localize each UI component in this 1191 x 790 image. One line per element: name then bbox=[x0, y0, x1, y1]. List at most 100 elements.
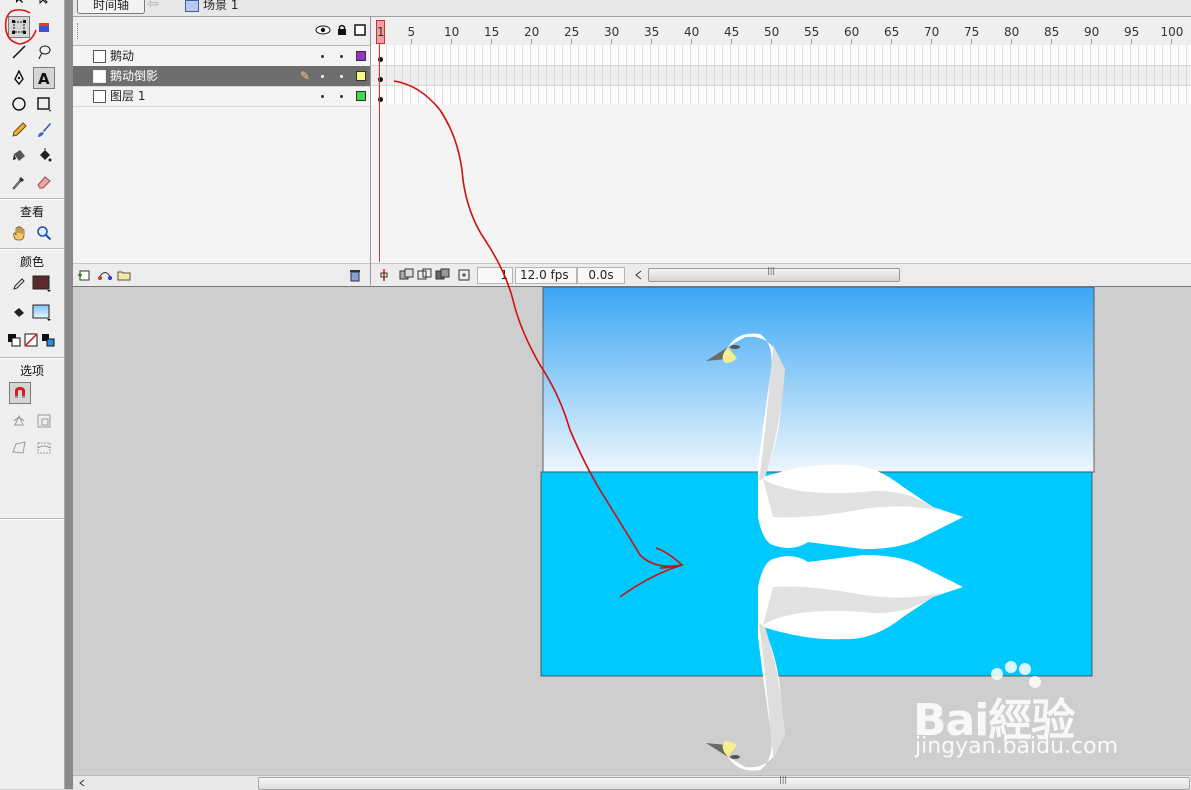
back-arrow-icon[interactable]: ⇦ bbox=[147, 0, 159, 12]
layer-row[interactable]: 鹅动 bbox=[73, 46, 370, 67]
timeline-header: 时间轴 ⇦ 场景 1 bbox=[73, 0, 1191, 17]
ruler-tick-mark bbox=[531, 39, 532, 44]
stage-scroll-thumb[interactable] bbox=[258, 775, 1190, 790]
brush-tool-icon[interactable] bbox=[33, 119, 55, 141]
ruler-tick-label: 60 bbox=[844, 25, 860, 39]
ruler-tick-label: 90 bbox=[1084, 25, 1100, 39]
sky-rect bbox=[542, 286, 1095, 473]
visibility-dot[interactable] bbox=[321, 75, 324, 78]
ruler-tick-label: 65 bbox=[884, 25, 900, 39]
rotate-skew-icon bbox=[8, 410, 30, 432]
eyedropper-tool-icon[interactable] bbox=[8, 171, 30, 193]
oval-tool-icon[interactable] bbox=[8, 93, 30, 115]
ruler-tick-mark bbox=[491, 39, 492, 44]
frame-rate-field[interactable]: 12.0 fps bbox=[515, 267, 577, 284]
ruler-tick-label: 30 bbox=[604, 25, 620, 39]
panel-splitter[interactable] bbox=[65, 0, 73, 789]
timeline-scroll-thumb[interactable] bbox=[648, 266, 900, 282]
layer-row[interactable]: 图层 1 bbox=[73, 86, 370, 107]
stage-area[interactable] bbox=[73, 286, 1191, 776]
layers-panel: 鹅动 鹅动倒影 ✎ 图层 1 bbox=[73, 17, 371, 286]
frame-row-divider bbox=[371, 85, 1191, 86]
layer-row[interactable]: 鹅动倒影 ✎ bbox=[73, 66, 370, 87]
edit-pencil-icon: ✎ bbox=[300, 69, 311, 83]
onion-skin-icon[interactable] bbox=[399, 268, 415, 282]
ruler-tick-mark bbox=[451, 39, 452, 44]
ruler-tick-mark bbox=[1091, 39, 1092, 44]
layer-color-swatch[interactable] bbox=[356, 71, 366, 81]
lasso-tool-icon[interactable] bbox=[33, 41, 55, 63]
pencil-tool-icon[interactable] bbox=[8, 119, 30, 141]
ruler-tick-label: 35 bbox=[644, 25, 660, 39]
selection-tool-icon[interactable] bbox=[9, 0, 31, 8]
edit-multiple-frames-icon[interactable] bbox=[435, 268, 451, 282]
scene-name: 场景 1 bbox=[203, 0, 239, 12]
ruler-tick-mark bbox=[731, 39, 732, 44]
ruler-tick-label: 70 bbox=[924, 25, 940, 39]
modify-onion-markers-icon[interactable] bbox=[457, 268, 471, 282]
layer-color-swatch[interactable] bbox=[356, 91, 366, 101]
layer-name: 鹅动倒影 bbox=[110, 69, 159, 83]
hand-tool-icon[interactable] bbox=[8, 222, 30, 244]
ruler-tick-label: 40 bbox=[684, 25, 700, 39]
outline-icon[interactable] bbox=[354, 24, 366, 36]
tools-divider bbox=[0, 248, 64, 250]
snap-to-objects-icon[interactable] bbox=[9, 382, 31, 404]
black-white-icon[interactable] bbox=[6, 329, 22, 351]
lock-icon[interactable] bbox=[337, 24, 347, 36]
ruler-tick-label: 75 bbox=[964, 25, 980, 39]
lock-dot[interactable] bbox=[340, 75, 343, 78]
layer-name: 鹅动 bbox=[110, 49, 135, 63]
ruler-tick-label: 15 bbox=[484, 25, 500, 39]
scroll-left-arrow-icon[interactable] bbox=[633, 269, 643, 281]
frame-grid[interactable] bbox=[371, 45, 1191, 105]
center-frame-icon[interactable] bbox=[377, 268, 391, 282]
scene-icon bbox=[185, 0, 199, 12]
envelope-icon bbox=[33, 437, 55, 459]
eye-icon[interactable] bbox=[315, 25, 331, 35]
grip-handle[interactable] bbox=[77, 23, 81, 39]
frame-ruler[interactable]: 1 5 10 15 20 25 30 35 40 45 50 55 60 65 70 75 80 85 90 95 10… bbox=[371, 17, 1191, 46]
tools-divider bbox=[0, 518, 64, 520]
free-transform-tool-icon[interactable] bbox=[8, 16, 30, 38]
ruler-tick-mark bbox=[1011, 39, 1012, 44]
ruler-tick-mark bbox=[811, 39, 812, 44]
text-tool-icon[interactable]: A bbox=[33, 67, 55, 89]
layers-footer bbox=[73, 263, 370, 286]
ruler-tick-label: 100 bbox=[1160, 25, 1184, 39]
ruler-tick-mark bbox=[571, 39, 572, 44]
insert-layer-icon[interactable] bbox=[78, 269, 92, 281]
rectangle-tool-icon[interactable] bbox=[33, 93, 55, 115]
insert-folder-icon[interactable] bbox=[116, 269, 132, 281]
onion-skin-outlines-icon[interactable] bbox=[417, 268, 433, 282]
ink-bottle-tool-icon[interactable] bbox=[8, 145, 30, 167]
delete-layer-icon[interactable] bbox=[349, 269, 361, 282]
no-color-icon[interactable] bbox=[23, 329, 39, 351]
subselection-tool-icon[interactable] bbox=[33, 0, 55, 8]
visibility-dot[interactable] bbox=[321, 55, 324, 58]
layer-name: 图层 1 bbox=[110, 89, 146, 103]
line-tool-icon[interactable] bbox=[8, 41, 30, 63]
add-motion-guide-icon[interactable] bbox=[97, 269, 113, 281]
ruler-tick-mark bbox=[891, 39, 892, 44]
timeline-tab[interactable]: 时间轴 bbox=[77, 0, 145, 14]
gradient-transform-tool-icon[interactable] bbox=[33, 16, 55, 38]
lock-dot[interactable] bbox=[340, 95, 343, 98]
paint-bucket-tool-icon[interactable] bbox=[33, 145, 55, 167]
pen-tool-icon[interactable] bbox=[8, 67, 30, 89]
layer-color-swatch[interactable] bbox=[356, 51, 366, 61]
zoom-tool-icon[interactable] bbox=[33, 222, 55, 244]
ruler-tick-mark bbox=[691, 39, 692, 44]
scroll-left-arrow-icon[interactable] bbox=[78, 778, 86, 788]
tools-divider bbox=[0, 198, 64, 200]
current-frame-field[interactable]: 1 bbox=[477, 267, 513, 284]
swap-colors-icon[interactable] bbox=[40, 329, 56, 351]
eraser-tool-icon[interactable] bbox=[33, 171, 55, 193]
stage-horizontal-scrollbar[interactable] bbox=[73, 775, 1191, 790]
lock-dot[interactable] bbox=[340, 55, 343, 58]
view-section-label: 查看 bbox=[19, 205, 44, 219]
ruler-tick-mark bbox=[1131, 39, 1132, 44]
stroke-color-swatch[interactable] bbox=[31, 273, 53, 295]
fill-color-swatch[interactable] bbox=[31, 302, 53, 324]
visibility-dot[interactable] bbox=[321, 95, 324, 98]
